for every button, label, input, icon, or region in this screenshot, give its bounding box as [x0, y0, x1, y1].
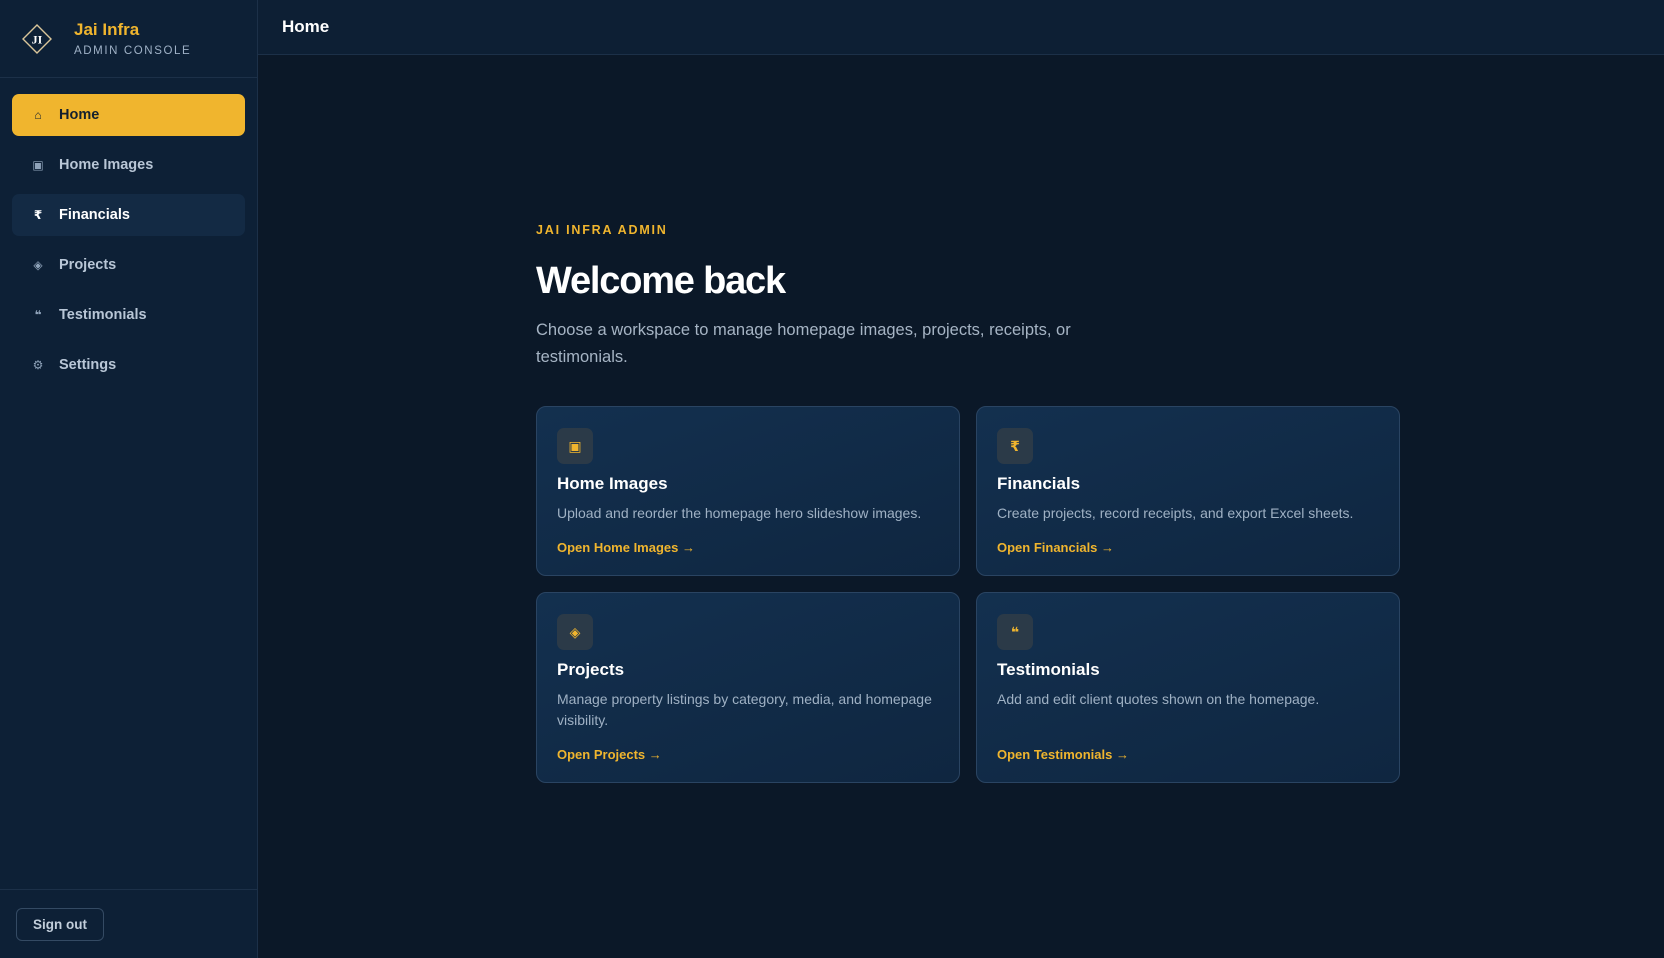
card-projects[interactable]: ◈ Projects Manage property listings by c…	[536, 592, 960, 783]
card-description: Add and edit client quotes shown on the …	[997, 691, 1320, 707]
sidebar-item-home[interactable]: ⌂ Home	[12, 94, 245, 136]
open-financials-link[interactable]: Open Financials →	[997, 540, 1114, 555]
open-testimonials-link[interactable]: Open Testimonials →	[997, 747, 1129, 762]
card-financials[interactable]: ₹ Financials Create projects, record rec…	[976, 406, 1400, 576]
brand-text: Jai Infra ADMIN CONSOLE	[74, 20, 191, 57]
svg-text:JI: JI	[32, 32, 43, 46]
app-shell: JI Jai Infra ADMIN CONSOLE ⌂ Home ▣ Home…	[0, 0, 1664, 958]
sidebar-item-testimonials[interactable]: ❝ Testimonials	[12, 294, 245, 336]
sidebar-item-label: Financials	[59, 207, 130, 223]
gear-icon: ⚙	[32, 358, 44, 372]
home-icon: ⌂	[34, 108, 42, 122]
hero: JAI INFRA ADMIN Welcome back Choose a wo…	[536, 223, 1406, 371]
brand-subtitle: ADMIN CONSOLE	[74, 45, 192, 57]
open-projects-link[interactable]: Open Projects →	[557, 747, 662, 762]
rupee-icon: ₹	[997, 428, 1033, 464]
sidebar-item-label: Settings	[59, 357, 117, 373]
brand-name: Jai Infra	[74, 20, 140, 39]
image-icon: ▣	[32, 158, 44, 172]
card-home-images[interactable]: ▣ Home Images Upload and reorder the hom…	[536, 406, 960, 576]
rupee-icon: ₹	[33, 208, 43, 222]
sidebar-item-label: Projects	[59, 257, 117, 273]
sidebar-item-label: Testimonials	[59, 307, 147, 323]
page-title: Home	[282, 17, 330, 36]
sidebar-footer: Sign out	[0, 889, 257, 958]
sidebar-item-projects[interactable]: ◈ Projects	[12, 244, 245, 286]
top-bar: Home	[258, 0, 1664, 55]
sign-out-button[interactable]: Sign out	[16, 907, 104, 941]
diamond-icon: ◈	[33, 258, 43, 272]
card-testimonials[interactable]: ❝ Testimonials Add and edit client quote…	[976, 592, 1400, 783]
sidebar-item-financials[interactable]: ₹ Financials	[12, 194, 245, 236]
hero-eyebrow: JAI INFRA ADMIN	[536, 223, 668, 237]
card-title: Home Images	[557, 474, 668, 493]
hero-title: Welcome back	[536, 260, 786, 302]
hero-description: Choose a workspace to manage homepage im…	[536, 321, 1071, 366]
sidebar-item-label: Home Images	[59, 157, 154, 173]
open-home-images-link[interactable]: Open Home Images →	[557, 540, 695, 555]
image-icon: ▣	[557, 428, 593, 464]
card-title: Financials	[997, 474, 1081, 493]
main-area: Home JAI INFRA ADMIN Welcome back Choose…	[258, 0, 1664, 958]
brand[interactable]: JI Jai Infra ADMIN CONSOLE	[0, 0, 257, 78]
sidebar-item-home-images[interactable]: ▣ Home Images	[12, 144, 245, 186]
diamond-icon: ◈	[557, 614, 593, 650]
card-description: Upload and reorder the homepage hero sli…	[557, 505, 922, 521]
sidebar-item-settings[interactable]: ⚙ Settings	[12, 344, 245, 386]
brand-logo-icon: JI	[22, 23, 52, 54]
content: JAI INFRA ADMIN Welcome back Choose a wo…	[258, 55, 1664, 958]
sidebar-nav: ⌂ Home ▣ Home Images ₹ Financials ◈ Proj…	[0, 78, 257, 386]
sidebar: JI Jai Infra ADMIN CONSOLE ⌂ Home ▣ Home…	[0, 0, 258, 958]
card-description: Create projects, record receipts, and ex…	[997, 505, 1354, 521]
sidebar-item-label: Home	[59, 107, 100, 123]
card-description: Manage property listings by category, me…	[557, 691, 932, 728]
quote-icon: ❝	[997, 614, 1033, 650]
card-title: Testimonials	[997, 660, 1100, 679]
workspace-cards: ▣ Home Images Upload and reorder the hom…	[536, 406, 1400, 783]
quote-icon: ❝	[34, 308, 42, 322]
card-title: Projects	[557, 660, 625, 679]
